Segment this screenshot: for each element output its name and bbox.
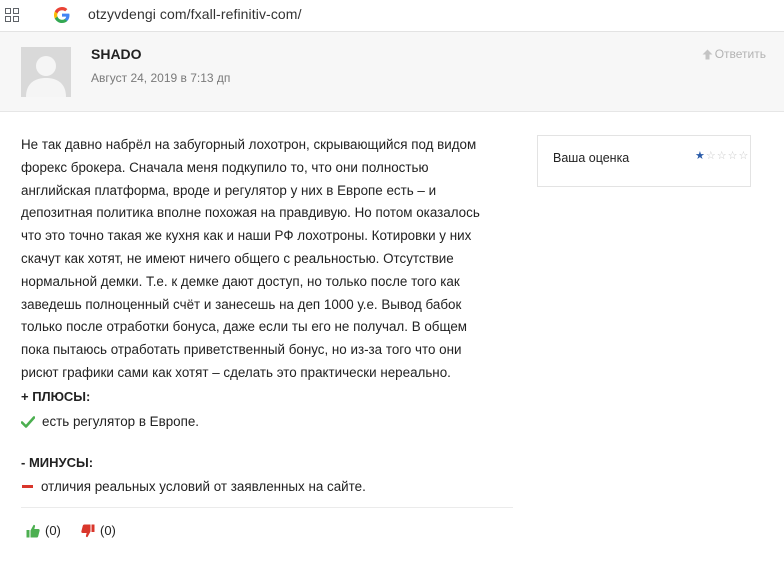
cons-item: отличия реальных условий от заявленных н…	[21, 479, 366, 494]
reply-button[interactable]: Ответить	[702, 47, 766, 61]
rating-label: Ваша оценка	[553, 151, 630, 165]
cons-item-text: отличия реальных условий от заявленных н…	[41, 479, 366, 494]
thumbs-down-icon	[81, 524, 95, 537]
dislike-count: (0)	[100, 523, 116, 538]
comment-date: Август 24, 2019 в 7:13 дп	[91, 71, 231, 85]
rating-stars: ★ ☆ ☆ ☆ ☆	[695, 149, 748, 163]
pros-item: есть регулятор в Европе.	[21, 414, 199, 429]
like-count: (0)	[45, 523, 61, 538]
dislike-button[interactable]: (0)	[81, 523, 116, 538]
comment-text: Не так давно набрёл на забугорный лохотр…	[21, 134, 513, 385]
comment-line: скачут как хотят, не имеют ничего общего…	[21, 250, 454, 266]
star-empty-icon[interactable]: ☆	[728, 149, 738, 163]
thumbs-up-icon	[26, 524, 40, 537]
arrow-up-icon	[702, 49, 713, 59]
comment-line: пока пытаюсь отработать приветственный б…	[21, 342, 462, 358]
comment-line: что это точно такая же кухня как и наши …	[21, 228, 472, 244]
check-icon	[21, 415, 35, 428]
minus-icon	[22, 485, 33, 488]
reply-label: Ответить	[714, 47, 766, 61]
comment-line: английская платформа, вроде и регулятор …	[21, 182, 437, 198]
comment-header: SHADO Август 24, 2019 в 7:13 дп Ответить	[0, 32, 784, 112]
comment-line: заведешь полноценный счёт и занесешь на …	[21, 296, 462, 312]
url-text[interactable]: otzyvdengi com/fxall-refinitiv-com/	[88, 6, 302, 22]
comment-line: рисют графики сами как хотят – сделать э…	[21, 364, 451, 380]
comment-line: депозитная политика вполне похожая на пр…	[21, 205, 480, 221]
avatar	[21, 47, 71, 97]
star-empty-icon[interactable]: ☆	[706, 149, 716, 163]
apps-grid-icon[interactable]	[5, 8, 19, 22]
user-silhouette-icon	[21, 47, 71, 97]
comment-line: только после отработки бонуса, даже если…	[21, 319, 467, 335]
star-filled-icon[interactable]: ★	[695, 149, 705, 163]
like-button[interactable]: (0)	[26, 523, 61, 538]
comment-line: форекс брокера. Сначала меня подкупило т…	[21, 159, 429, 175]
star-empty-icon[interactable]: ☆	[717, 149, 727, 163]
comment-author: SHADO	[91, 46, 142, 62]
rating-box: Ваша оценка ★ ☆ ☆ ☆ ☆	[537, 135, 751, 187]
browser-address-bar[interactable]: otzyvdengi com/fxall-refinitiv-com/	[0, 0, 784, 32]
pros-title: + ПЛЮСЫ:	[21, 389, 91, 404]
star-empty-icon[interactable]: ☆	[739, 149, 749, 163]
comment-line: Не так давно набрёл на забугорный лохотр…	[21, 137, 477, 152]
divider	[21, 507, 513, 508]
cons-title: - МИНУСЫ:	[21, 455, 94, 470]
pros-item-text: есть регулятор в Европе.	[42, 414, 200, 429]
google-icon	[54, 7, 70, 23]
comment-line: нормальной демки. Т.е. к демке дают дост…	[21, 273, 460, 289]
